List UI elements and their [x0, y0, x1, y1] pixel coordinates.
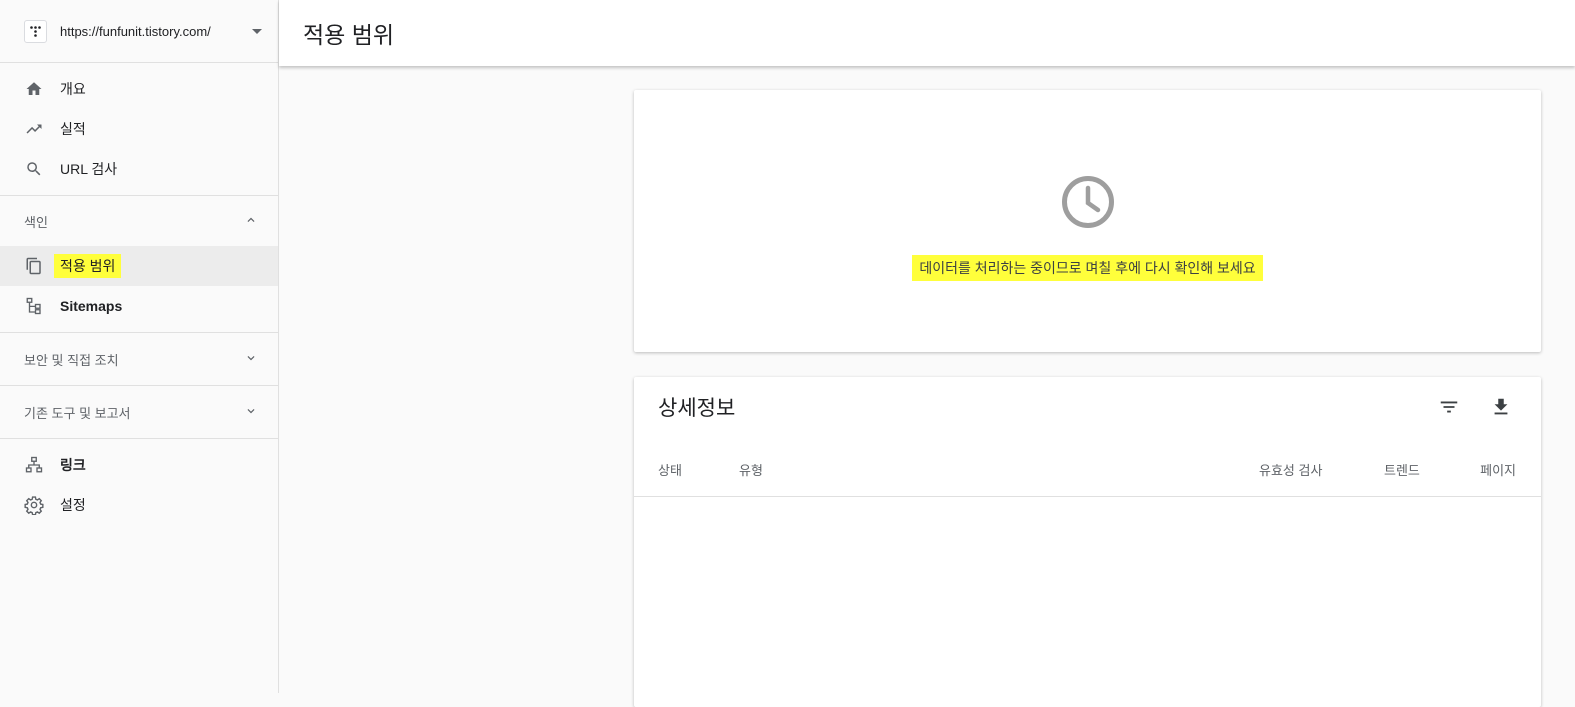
page-header: 적용 범위 — [279, 0, 1575, 66]
security-section: 보안 및 직접 조치 — [0, 333, 278, 386]
download-icon[interactable] — [1485, 391, 1517, 423]
home-icon — [24, 79, 44, 99]
processing-status-card: 데이터를 처리하는 중이므로 며칠 후에 다시 확인해 보세요 — [634, 90, 1541, 352]
column-header-trend[interactable]: 트렌드 — [1384, 460, 1420, 479]
processing-message: 데이터를 처리하는 중이므로 며칠 후에 다시 확인해 보세요 — [912, 255, 1263, 281]
chevron-down-icon — [244, 351, 258, 368]
chevron-up-icon — [244, 213, 258, 230]
legacy-section: 기존 도구 및 보고서 — [0, 386, 278, 439]
nav-item-sitemaps[interactable]: Sitemaps — [0, 286, 278, 326]
nav-secondary: 링크 설정 — [0, 439, 278, 531]
details-actions — [1433, 391, 1517, 423]
nav-item-label: URL 검사 — [60, 161, 118, 177]
nav-item-settings[interactable]: 설정 — [0, 485, 278, 525]
nav-item-label: 설정 — [60, 497, 86, 513]
page-title: 적용 범위 — [303, 22, 395, 48]
details-title: 상세정보 — [658, 397, 736, 420]
trending-up-icon — [24, 119, 44, 139]
column-header-pages[interactable]: 페이지 — [1480, 460, 1516, 479]
dropdown-caret-icon[interactable] — [252, 28, 262, 34]
details-card: 상세정보 상태 유형 유효성 검사 트렌드 페이지 — [634, 377, 1541, 707]
section-title: 기존 도구 및 보고서 — [24, 405, 131, 421]
nav-item-url-inspection[interactable]: URL 검사 — [0, 149, 278, 189]
nav-item-coverage[interactable]: 적용 범위 — [0, 246, 278, 286]
details-table-header: 상태 유형 유효성 검사 트렌드 페이지 — [634, 437, 1541, 497]
settings-icon — [24, 495, 44, 515]
column-header-validation[interactable]: 유효성 검사 — [1259, 460, 1322, 479]
nav-item-overview[interactable]: 개요 — [0, 69, 278, 109]
nav-item-label: Sitemaps — [60, 298, 123, 314]
index-section: 색인 적용 범위 Sitemaps — [0, 196, 278, 333]
security-section-header[interactable]: 보안 및 직접 조치 — [0, 333, 278, 385]
nav-primary: 개요 실적 URL 검사 — [0, 63, 278, 196]
links-icon — [24, 455, 44, 475]
section-title: 보안 및 직접 조치 — [24, 352, 119, 368]
chevron-down-icon — [244, 404, 258, 421]
index-section-header[interactable]: 색인 — [0, 196, 278, 246]
nav-item-label: 적용 범위 — [54, 254, 122, 278]
nav-item-links[interactable]: 링크 — [0, 445, 278, 485]
legacy-section-header[interactable]: 기존 도구 및 보고서 — [0, 386, 278, 438]
property-logo-icon — [24, 19, 47, 43]
sitemap-icon — [24, 296, 44, 316]
column-header-status[interactable]: 상태 — [658, 460, 682, 479]
details-header: 상세정보 — [634, 377, 1541, 437]
sidebar: https://funfunit.tistory.com/ 개요 실적 URL … — [0, 0, 279, 693]
nav-item-label: 링크 — [60, 457, 86, 473]
filter-icon[interactable] — [1433, 391, 1465, 423]
clock-icon — [1060, 174, 1116, 235]
search-icon — [24, 159, 44, 179]
nav-item-label: 개요 — [60, 81, 86, 97]
nav-item-label: 실적 — [60, 121, 86, 137]
property-selector[interactable]: https://funfunit.tistory.com/ — [0, 0, 278, 63]
column-header-type[interactable]: 유형 — [739, 460, 763, 479]
nav-item-performance[interactable]: 실적 — [0, 109, 278, 149]
property-url: https://funfunit.tistory.com/ — [60, 23, 211, 39]
coverage-icon — [24, 256, 44, 276]
section-title: 색인 — [24, 214, 48, 230]
